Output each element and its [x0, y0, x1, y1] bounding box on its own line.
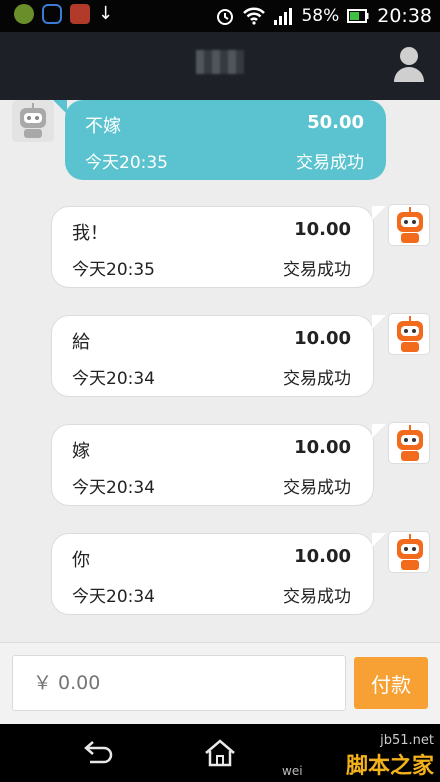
message-time: 今天20:34 — [72, 369, 155, 389]
message-time: 今天20:34 — [72, 478, 155, 498]
home-icon[interactable] — [202, 738, 238, 768]
message-time: 今天20:35 — [85, 153, 168, 173]
list-item[interactable]: 給 10.00 今天20:34 交易成功 — [51, 315, 386, 397]
back-icon[interactable] — [80, 738, 116, 768]
battery-percent: 58% — [301, 6, 340, 26]
orange-robot-icon — [397, 316, 423, 352]
download-icon: ↓ — [98, 3, 114, 24]
message-status: 交易成功 — [296, 153, 364, 173]
watermark: jb51.net 脚本之家 — [346, 733, 434, 780]
message-status: 交易成功 — [283, 260, 351, 280]
status-bar: ↓ 58% 20:38 — [0, 0, 440, 32]
contact-name-pixelated — [196, 50, 244, 74]
bubble-tail — [372, 424, 386, 438]
avatar[interactable] — [388, 313, 430, 355]
message-time: 今天20:35 — [72, 260, 155, 280]
avatar[interactable] — [12, 100, 54, 142]
pay-button[interactable]: 付款 — [354, 657, 428, 709]
avatar[interactable] — [388, 531, 430, 573]
orange-robot-icon — [397, 207, 423, 243]
orange-robot-icon — [397, 425, 423, 461]
message-amount: 10.00 — [294, 219, 351, 240]
message-time: 今天20:34 — [72, 587, 155, 607]
lock-app-icon — [42, 4, 62, 24]
signal-icon — [274, 8, 293, 25]
app-notification-icon — [14, 4, 34, 24]
robot-icon — [20, 103, 46, 138]
watermark-brand: 脚本之家 — [345, 754, 434, 779]
message-name: 不嫁 — [85, 116, 121, 137]
avatar[interactable] — [388, 422, 430, 464]
bubble-tail — [372, 206, 386, 220]
message-status: 交易成功 — [283, 478, 351, 498]
wifi-icon — [243, 7, 266, 25]
battery-icon — [347, 9, 369, 23]
navigation-bar: wei jb51.net 脚本之家 — [0, 724, 440, 782]
person-icon[interactable] — [392, 44, 426, 84]
bubble-tail — [372, 315, 386, 329]
message-status: 交易成功 — [283, 369, 351, 389]
list-item[interactable]: 不嫁 50.00 今天20:35 交易成功 — [53, 100, 386, 180]
amount-input[interactable] — [12, 655, 346, 711]
list-item[interactable]: 你 10.00 今天20:34 交易成功 — [51, 533, 386, 615]
list-item[interactable]: 我！ 10.00 今天20:35 交易成功 — [51, 206, 386, 288]
message-amount: 10.00 — [294, 546, 351, 567]
alarm-icon — [217, 9, 234, 25]
message-name: 你 — [72, 550, 90, 571]
clock-time: 20:38 — [377, 5, 432, 27]
bubble-tail — [53, 100, 67, 114]
message-name: 我！ — [72, 223, 108, 244]
message-amount: 10.00 — [294, 328, 351, 349]
list-item[interactable]: 嫁 10.00 今天20:34 交易成功 — [51, 424, 386, 506]
watermark-site: jb51.net — [380, 733, 434, 748]
message-status: 交易成功 — [283, 587, 351, 607]
orange-robot-icon — [397, 534, 423, 570]
chat-area: 不嫁 50.00 今天20:35 交易成功 我！ 10.00 今天20:35 交… — [0, 100, 440, 642]
message-name: 給 — [72, 332, 90, 353]
game-app-icon — [70, 4, 90, 24]
watermark-partial: wei — [282, 764, 303, 778]
message-name: 嫁 — [72, 441, 90, 462]
message-amount: 50.00 — [307, 112, 364, 133]
bubble-tail — [372, 533, 386, 547]
message-amount: 10.00 — [294, 437, 351, 458]
avatar[interactable] — [388, 204, 430, 246]
payment-bar: 付款 — [0, 642, 440, 724]
